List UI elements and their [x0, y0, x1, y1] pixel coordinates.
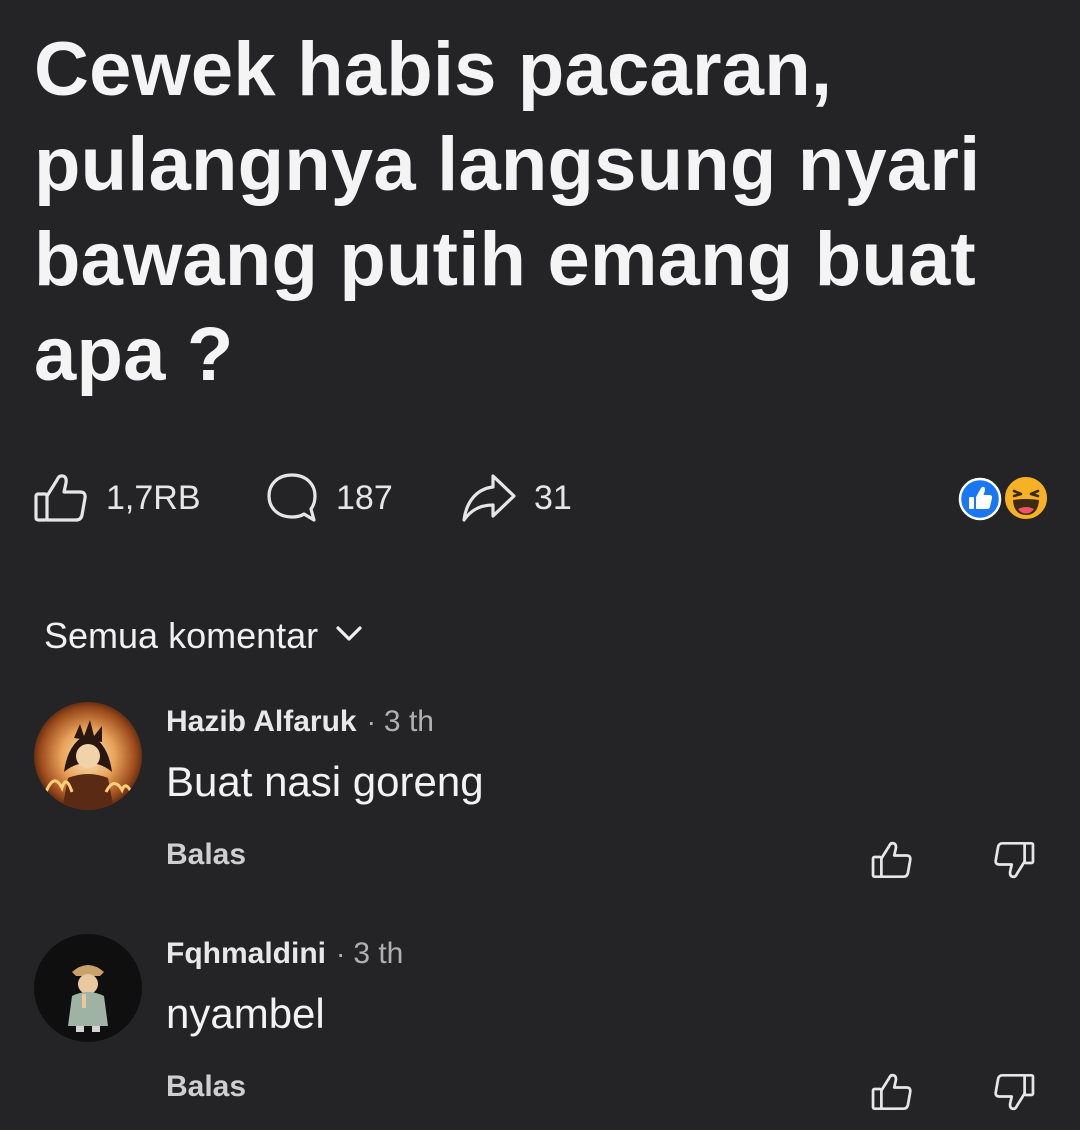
comment-meta: Fqhmaldini · 3 th	[166, 932, 403, 976]
thumbs-down-icon[interactable]	[992, 1070, 1036, 1119]
share-arrow-icon	[460, 470, 518, 526]
thumbs-up-icon	[32, 470, 90, 526]
comment-count: 187	[336, 478, 393, 517]
chevron-down-icon	[318, 623, 364, 650]
reaction-summary[interactable]	[958, 474, 1050, 522]
meta-separator: ·	[366, 706, 376, 737]
share-count: 31	[534, 478, 572, 517]
post-title-line: bawang putih emang buat	[34, 217, 976, 302]
like-count: 1,7RB	[106, 478, 201, 517]
avatar[interactable]	[34, 702, 142, 810]
post-title-line: apa ?	[34, 312, 234, 397]
comments-filter-dropdown[interactable]: Semua komentar	[44, 608, 364, 664]
speech-bubble-icon	[264, 470, 320, 526]
share-button[interactable]: 31	[460, 470, 572, 526]
comment-text: nyambel	[166, 990, 325, 1037]
reply-button[interactable]: Balas	[166, 838, 246, 872]
post-stats-bar: 1,7RB 187 31	[0, 470, 1080, 526]
like-button[interactable]: 1,7RB	[32, 470, 201, 526]
comment-timestamp: 3 th	[353, 937, 404, 970]
thumbs-down-icon[interactable]	[992, 838, 1036, 887]
meta-separator: ·	[336, 938, 346, 969]
thumbs-up-icon[interactable]	[870, 838, 914, 887]
like-reaction-icon	[958, 477, 1002, 521]
haha-reaction-icon	[1002, 474, 1050, 522]
thumbs-up-icon[interactable]	[870, 1070, 914, 1119]
comment-meta: Hazib Alfaruk · 3 th	[166, 700, 434, 744]
comment-author[interactable]: Hazib Alfaruk	[166, 705, 357, 739]
avatar[interactable]	[34, 934, 142, 1042]
comment-timestamp: 3 th	[383, 705, 434, 738]
comment-button[interactable]: 187	[264, 470, 393, 526]
post-title-line: Cewek habis pacaran,	[34, 27, 833, 112]
reply-button[interactable]: Balas	[166, 1070, 246, 1104]
comment-text: Buat nasi goreng	[166, 758, 484, 805]
comments-filter-label: Semua komentar	[44, 615, 319, 656]
post-title: Cewek habis pacaran, pulangnya langsung …	[34, 22, 1034, 402]
post-title-line: pulangnya langsung nyari	[34, 122, 981, 207]
comment-author[interactable]: Fqhmaldini	[166, 937, 326, 971]
